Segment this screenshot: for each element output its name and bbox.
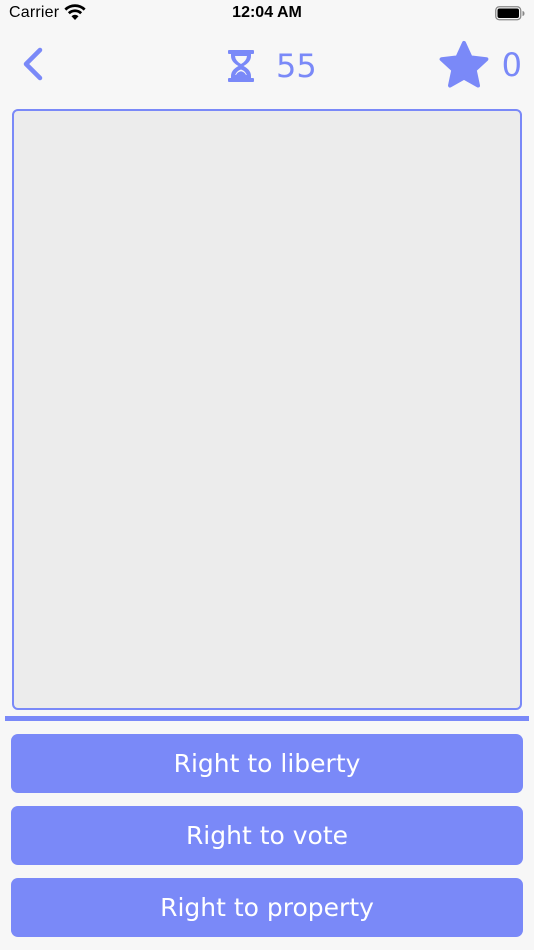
score-value: 0 bbox=[501, 46, 522, 84]
battery-icon bbox=[495, 6, 525, 21]
answer-button[interactable]: Right to property bbox=[11, 878, 523, 937]
score: 0 bbox=[438, 40, 522, 90]
status-bar: Carrier 12:04 AM bbox=[0, 0, 534, 28]
chevron-left-icon bbox=[23, 47, 43, 81]
timer-value: 55 bbox=[276, 47, 317, 85]
divider bbox=[5, 716, 529, 721]
star-icon bbox=[439, 41, 489, 88]
answer-button[interactable]: Right to vote bbox=[11, 806, 523, 865]
hourglass-icon bbox=[228, 50, 254, 82]
question-image-panel bbox=[12, 109, 522, 710]
timer: 55 bbox=[226, 44, 317, 88]
status-time: 12:04 AM bbox=[232, 4, 302, 21]
back-button[interactable] bbox=[18, 44, 50, 84]
answer-button[interactable]: Right to liberty bbox=[11, 734, 523, 793]
